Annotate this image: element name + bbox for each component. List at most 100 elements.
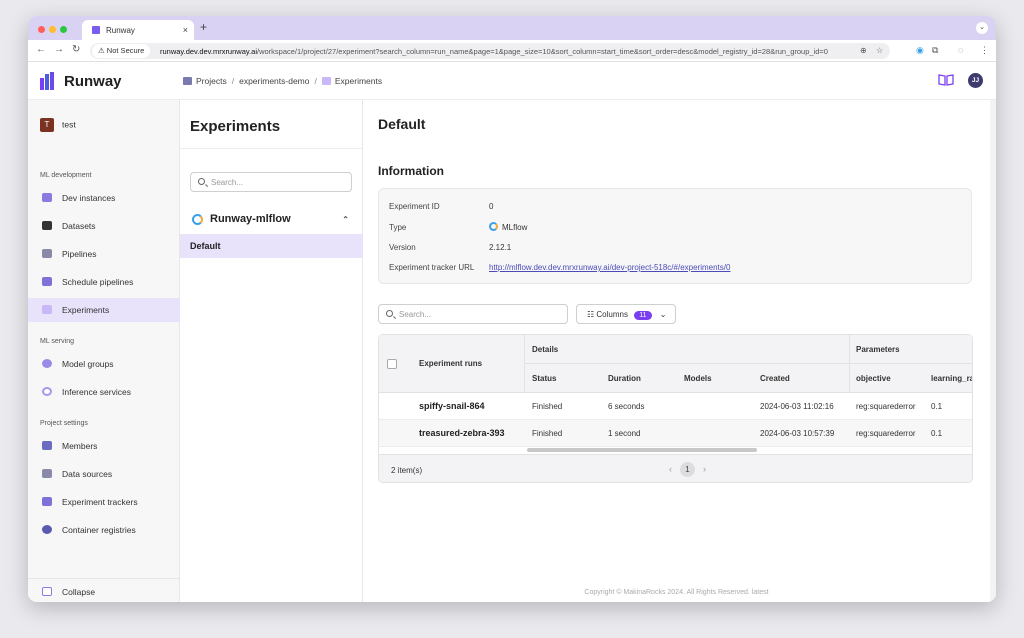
experiment-item-default[interactable]: Default xyxy=(180,234,363,258)
type-value: MLflow xyxy=(489,222,527,232)
select-all-checkbox[interactable] xyxy=(387,359,397,369)
run-learning-rate: 0.1 xyxy=(931,429,943,438)
sidebar-item-experiments[interactable]: Experiments xyxy=(28,298,180,322)
tab-close-icon[interactable]: × xyxy=(183,25,188,35)
run-name[interactable]: spiffy-snail-864 xyxy=(419,401,485,411)
docs-book-icon[interactable] xyxy=(938,74,954,86)
collapse-label: Collapse xyxy=(62,587,96,597)
type-label: Type xyxy=(389,223,407,232)
pipeline-icon xyxy=(42,249,52,258)
model-groups-icon xyxy=(42,359,52,368)
extensions-puzzle-icon[interactable]: ⧉ xyxy=(932,45,938,56)
workspace-badge: T xyxy=(40,118,54,132)
sidebar-item-model-groups[interactable]: Model groups xyxy=(28,352,180,376)
tracker-group-name: Runway-mlflow xyxy=(210,213,291,225)
extension-icon[interactable]: ◉ xyxy=(916,45,924,56)
header-created[interactable]: Created xyxy=(760,374,790,383)
breadcrumb-projects[interactable]: Projects xyxy=(196,76,227,86)
sidebar-item-inference-services[interactable]: Inference services xyxy=(28,380,180,404)
sidebar-item-container-registries[interactable]: Container registries xyxy=(28,518,180,542)
chevron-up-icon[interactable]: ⌃ xyxy=(342,215,349,224)
maximize-window-button[interactable] xyxy=(60,26,67,33)
sidebar-item-datasets[interactable]: Datasets xyxy=(28,214,180,238)
sidebar-item-label: Data sources xyxy=(62,469,113,479)
sidebar-item-label: Model groups xyxy=(62,359,114,369)
header-experiment-runs[interactable]: Experiment runs xyxy=(419,359,482,368)
run-objective: reg:squarederror xyxy=(856,402,916,411)
table-row[interactable]: treasured-zebra-393 Finished 1 second 20… xyxy=(379,420,972,447)
experiments-search-input[interactable]: Search... xyxy=(190,172,352,192)
header-status[interactable]: Status xyxy=(532,374,556,383)
browser-menu-icon[interactable]: ⋮ xyxy=(980,45,989,56)
sidebar-item-experiment-trackers[interactable]: Experiment trackers xyxy=(28,490,180,514)
sidebar-item-label: Schedule pipelines xyxy=(62,277,134,287)
sidebar-item-label: Datasets xyxy=(62,221,96,231)
window-controls xyxy=(38,25,71,35)
header-learning-rate[interactable]: learning_ra xyxy=(931,374,972,383)
table-row[interactable]: spiffy-snail-864 Finished 6 seconds 2024… xyxy=(379,393,972,420)
schedule-icon xyxy=(42,277,52,286)
sidebar-item-dev-instances[interactable]: Dev instances xyxy=(28,186,180,210)
header-duration[interactable]: Duration xyxy=(608,374,641,383)
type-value-text: MLflow xyxy=(502,223,528,232)
section-ml-development: ML development xyxy=(40,172,92,179)
folder-icon xyxy=(183,77,192,85)
bookmark-star-icon[interactable]: ☆ xyxy=(876,46,883,55)
run-name[interactable]: treasured-zebra-393 xyxy=(419,428,505,438)
sidebar-item-members[interactable]: Members xyxy=(28,434,180,458)
monitor-icon xyxy=(42,193,52,202)
sidebar-item-schedule-pipelines[interactable]: Schedule pipelines xyxy=(28,270,180,294)
prev-page-icon[interactable]: ‹ xyxy=(669,464,672,474)
header-models[interactable]: Models xyxy=(684,374,712,383)
url-text: runway.dev.dev.mrxrunway.ai/workspace/1/… xyxy=(160,47,828,56)
columns-label: Columns xyxy=(596,310,628,319)
inference-icon xyxy=(42,387,52,396)
header-line xyxy=(524,363,972,364)
sidebar-item-label: Experiment trackers xyxy=(62,497,138,507)
runs-table: Experiment runs Details Parameters Statu… xyxy=(378,334,973,483)
runs-search-input[interactable]: Search... xyxy=(378,304,568,324)
workspace-selector[interactable]: Ttest xyxy=(40,118,76,132)
vertical-scrollbar[interactable] xyxy=(990,100,996,602)
logo-text[interactable]: Runway xyxy=(64,73,122,90)
data-sources-icon xyxy=(42,469,52,478)
page-number-button[interactable]: 1 xyxy=(680,462,695,477)
collapse-button[interactable]: Collapse xyxy=(28,578,180,602)
profile-icon[interactable]: ◌ xyxy=(958,45,963,55)
sidebar-item-pipelines[interactable]: Pipelines xyxy=(28,242,180,266)
breadcrumb-project[interactable]: experiments-demo xyxy=(239,76,309,86)
close-window-button[interactable] xyxy=(38,26,45,33)
collapse-icon xyxy=(42,587,52,596)
next-page-icon[interactable]: › xyxy=(703,464,706,474)
minimize-window-button[interactable] xyxy=(49,26,56,33)
columns-button[interactable]: ☷ Columns 11 ⌄ xyxy=(576,304,676,324)
url-field[interactable]: ⚠ Not Secure runway.dev.dev.mrxrunway.ai… xyxy=(90,43,890,59)
tracker-group-runway-mlflow[interactable]: Runway-mlflow ⌃ xyxy=(180,208,363,232)
back-arrow-icon[interactable]: ← xyxy=(36,44,46,55)
header-objective[interactable]: objective xyxy=(856,374,891,383)
reload-icon[interactable]: ↻ xyxy=(72,44,80,55)
tab-search-chevron-icon[interactable]: ⌄ xyxy=(976,22,988,34)
forward-arrow-icon[interactable]: → xyxy=(54,44,64,55)
zoom-icon[interactable]: ⊕ xyxy=(860,46,867,55)
tab-title: Runway xyxy=(106,26,135,35)
user-avatar[interactable]: JJ xyxy=(968,73,983,88)
horizontal-scrollbar[interactable] xyxy=(527,448,757,452)
run-status: Finished xyxy=(532,402,563,411)
not-secure-badge[interactable]: ⚠ Not Secure xyxy=(92,44,151,58)
sidebar-item-data-sources[interactable]: Data sources xyxy=(28,462,180,486)
browser-tab[interactable]: Runway × xyxy=(82,20,194,40)
main-content: Default Information Experiment ID 0 Type… xyxy=(363,100,996,602)
new-tab-button[interactable]: + xyxy=(200,20,207,34)
url-path: /workspace/1/project/27/experiment?searc… xyxy=(256,47,828,56)
page-title: Default xyxy=(378,116,426,132)
runway-app: Runway Projects / experiments-demo / Experim… xyxy=(28,62,996,602)
run-duration: 1 second xyxy=(608,429,641,438)
information-card: Experiment ID 0 Type MLflow Version 2.12… xyxy=(378,188,972,284)
tracker-url-link[interactable]: http://mlflow.dev.dev.mrxrunway.ai/dev-p… xyxy=(489,263,730,272)
columns-grid-icon: ☷ xyxy=(587,310,595,319)
sidebar-item-label: Experiments xyxy=(62,305,110,315)
run-duration: 6 seconds xyxy=(608,402,645,411)
runway-logo-icon[interactable] xyxy=(40,72,57,90)
breadcrumb-current: Experiments xyxy=(334,76,383,86)
